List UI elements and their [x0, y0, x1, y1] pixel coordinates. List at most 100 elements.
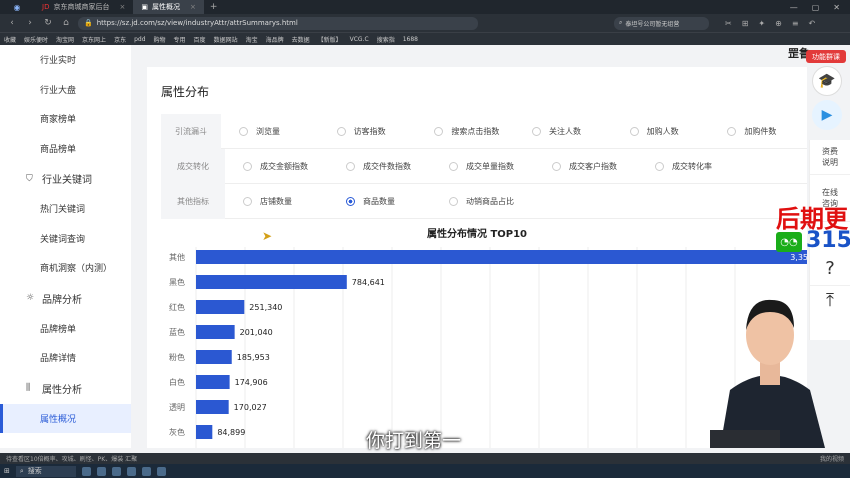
new-tab-button[interactable]: + — [204, 2, 224, 12]
bookmark-item[interactable]: pdd — [134, 36, 145, 43]
metric-radio-option[interactable]: 成交件数指数 — [328, 161, 431, 172]
windows-start-icon[interactable]: ⊞ — [4, 467, 10, 475]
sidebar-item[interactable]: 商家榜单 — [0, 104, 131, 134]
close-window-icon[interactable]: ✕ — [833, 3, 840, 12]
maximize-icon[interactable]: ▢ — [812, 3, 820, 12]
metric-radio-option[interactable]: 关注人数 — [514, 126, 612, 137]
taskbar-app-icon[interactable] — [81, 466, 91, 476]
close-icon[interactable]: × — [190, 3, 196, 11]
undo-icon[interactable]: ↶ — [809, 19, 816, 28]
play-icon[interactable]: ▶ — [812, 100, 842, 130]
radio-button[interactable] — [336, 126, 346, 136]
radio-button[interactable] — [434, 126, 444, 136]
metric-radio-option[interactable]: 搜索点击指数 — [416, 126, 514, 137]
metric-radio-option[interactable]: 商品数量 — [328, 196, 431, 207]
sidebar-item[interactable]: 关键词查询 — [0, 224, 131, 254]
sidebar-item[interactable]: 商品榜单 — [0, 134, 131, 164]
forward-icon[interactable]: › — [24, 18, 36, 28]
bookmark-item[interactable]: 收藏 — [4, 35, 16, 44]
sidebar-item[interactable]: 品牌榜单 — [0, 314, 131, 344]
minimize-icon[interactable]: — — [790, 3, 798, 12]
tab-attr-summary[interactable]: ▣ 属性概况 × — [133, 0, 204, 14]
bookmark-item[interactable]: 京东网上 — [82, 35, 106, 44]
metric-radio-option[interactable]: 加购件数 — [709, 126, 807, 137]
tab-jd-merchant[interactable]: JD 京东商城商家后台 × — [34, 0, 133, 14]
bookmark-item[interactable]: 专用 — [174, 35, 186, 44]
bookmark-item[interactable]: 百度 — [194, 35, 206, 44]
bar[interactable] — [196, 300, 245, 314]
radio-button[interactable] — [449, 161, 458, 171]
taskbar-app-icon[interactable] — [156, 466, 166, 476]
radio-button[interactable] — [532, 126, 541, 136]
sidebar-item[interactable]: 热门关键词 — [0, 194, 131, 224]
bookmark-item[interactable]: 1688 — [403, 36, 418, 43]
radio-button[interactable] — [655, 161, 664, 171]
bar[interactable] — [196, 325, 235, 339]
bar[interactable] — [196, 275, 347, 289]
bookmark-item[interactable]: 去数据 — [292, 35, 310, 44]
bar[interactable] — [196, 425, 213, 439]
home-icon[interactable]: ⌂ — [60, 18, 72, 28]
url-field[interactable]: 🔒 https://sz.jd.com/sz/view/industryAttr… — [78, 16, 478, 30]
metric-radio-option[interactable]: 动销商品占比 — [431, 196, 534, 207]
metric-radio-option[interactable]: 浏览量 — [221, 126, 319, 137]
taskbar-app-icon[interactable] — [141, 466, 151, 476]
metric-radio-option[interactable]: 成交转化率 — [637, 161, 740, 172]
radio-button[interactable] — [346, 161, 355, 171]
radio-button[interactable] — [238, 126, 248, 136]
radio-button[interactable] — [727, 126, 737, 136]
bar[interactable] — [196, 350, 232, 364]
bar[interactable] — [196, 250, 807, 264]
sidebar-item[interactable]: 行业大盘 — [0, 75, 131, 105]
sidebar-group[interactable]: ⛉ 行业关键词 — [0, 163, 131, 194]
menu-icon[interactable]: ≡ — [792, 19, 799, 28]
metric-radio-option[interactable]: 店铺数量 — [225, 196, 328, 207]
radio-button[interactable] — [346, 196, 355, 206]
browser-search-input[interactable]: ⌕ 泰坦号公司暂无组营 — [614, 16, 709, 30]
bookmark-item[interactable]: 【新版】 — [318, 35, 342, 44]
status-right[interactable]: 我的视频 — [820, 454, 844, 463]
bookmark-item[interactable]: 淘宝网 — [56, 35, 74, 44]
taskbar-app-icon[interactable] — [126, 466, 136, 476]
cut-icon[interactable]: ✂ — [725, 19, 732, 28]
game-icon[interactable]: ✦ — [758, 19, 765, 28]
radio-button[interactable] — [629, 126, 639, 136]
sidebar-item[interactable]: 商机洞察（内测） — [0, 253, 131, 283]
pricing-button[interactable]: 资费 说明 — [810, 140, 850, 175]
metric-radio-option[interactable]: 成交客户指数 — [534, 161, 637, 172]
radio-button[interactable] — [243, 196, 252, 206]
extension-icon[interactable]: ⊕ — [775, 19, 782, 28]
taskbar-app-icon[interactable] — [96, 466, 106, 476]
grid-icon[interactable]: ⊞ — [742, 19, 749, 28]
sidebar-item[interactable]: 品牌详情 — [0, 343, 131, 373]
close-icon[interactable]: × — [119, 3, 125, 11]
bar[interactable] — [196, 375, 230, 389]
sidebar-group[interactable]: ☼ 品牌分析 — [0, 283, 131, 314]
metric-radio-option[interactable]: 成交金额指数 — [225, 161, 328, 172]
sidebar-item[interactable]: 属性概况 — [0, 403, 131, 433]
sidebar-item[interactable]: 行业实时 — [0, 45, 131, 75]
taskbar-search[interactable]: ⌕ 搜索 — [15, 465, 76, 477]
metric-radio-option[interactable]: 加购人数 — [612, 126, 710, 137]
bookmark-item[interactable]: VCG.C — [350, 36, 369, 43]
bookmark-item[interactable]: 搜索指 — [377, 35, 395, 44]
assistant-icon[interactable]: 🎓 — [812, 66, 842, 96]
bar[interactable] — [196, 400, 229, 414]
promo-badge[interactable]: 功能群课 — [806, 50, 846, 63]
taskbar-app-icon[interactable] — [111, 466, 121, 476]
reload-icon[interactable]: ↻ — [42, 18, 54, 28]
metric-radio-option[interactable]: 成交单量指数 — [431, 161, 534, 172]
bookmark-item[interactable]: 购物 — [154, 35, 166, 44]
sidebar-group[interactable]: ⫼ 属性分析 — [0, 373, 131, 404]
back-icon[interactable]: ‹ — [6, 18, 18, 28]
bookmark-item[interactable]: 京东 — [114, 35, 126, 44]
bookmark-item[interactable]: 娱乐便时 — [24, 35, 48, 44]
radio-button[interactable] — [552, 161, 561, 171]
radio-button[interactable] — [243, 161, 252, 171]
radio-button[interactable] — [449, 196, 458, 206]
bookmark-item[interactable]: 淘宝 — [246, 35, 258, 44]
metric-radio-option[interactable]: 访客指数 — [319, 126, 417, 137]
bookmark-item[interactable]: 数据网站 — [214, 35, 238, 44]
help-icon[interactable]: ? — [810, 252, 850, 286]
bookmark-item[interactable]: 海品牌 — [266, 35, 284, 44]
